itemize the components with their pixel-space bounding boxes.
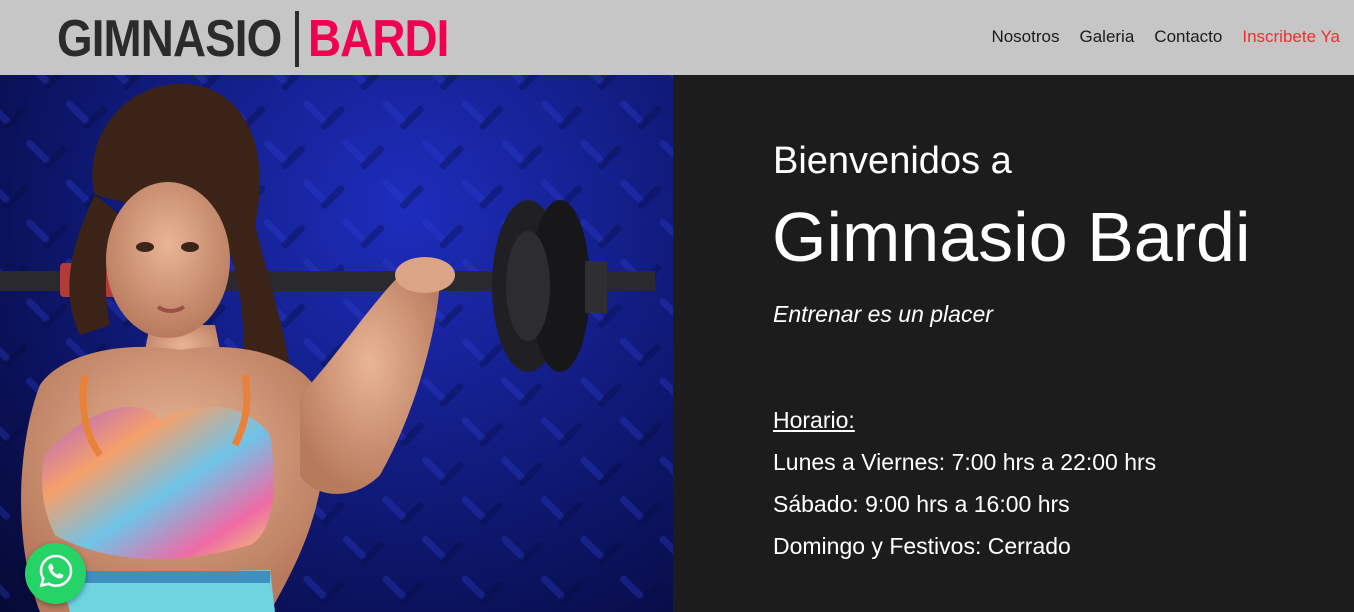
hero-tagline: Entrenar es un placer [773,301,993,327]
nav-link-inscribete[interactable]: Inscribete Ya [1232,27,1340,47]
logo-divider [295,11,299,67]
nav-link-nosotros[interactable]: Nosotros [981,27,1069,47]
hours-weekdays: Lunes a Viernes: 7:00 hrs a 22:00 hrs [773,449,1157,475]
site-header: GIMNASIO BARDI Nosotros Galeria Contacto… [0,0,1354,75]
hours-sunday-holidays: Domingo y Festivos: Cerrado [773,533,1071,559]
hero-photo [0,75,673,612]
hero-greeting: Bienvenidos a [773,140,1012,182]
site-logo[interactable]: GIMNASIO BARDI [57,10,468,68]
hero-title: Gimnasio Bardi [772,198,1251,276]
hours-saturday: Sábado: 9:00 hrs a 16:00 hrs [773,491,1070,517]
hero-panel: Bienvenidos a Gimnasio Bardi Entrenar es… [673,75,1354,612]
nav-link-contacto[interactable]: Contacto [1144,27,1232,47]
logo-text-accent: BARDI [308,10,449,68]
whatsapp-icon [38,553,74,594]
hours-heading: Horario: [773,407,855,433]
nav-link-galeria[interactable]: Galeria [1069,27,1144,47]
logo-text-main: GIMNASIO [57,10,282,68]
whatsapp-button[interactable] [25,543,86,604]
main-nav: Nosotros Galeria Contacto Inscribete Ya [981,0,1340,73]
